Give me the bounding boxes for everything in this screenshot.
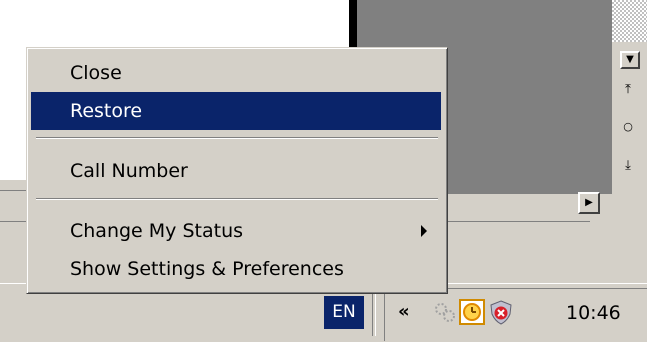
security-shield-icon[interactable] (488, 299, 514, 325)
taskbar-separator (372, 292, 376, 336)
menu-item-show-settings[interactable]: Show Settings & Preferences (31, 250, 441, 288)
menu-item-label: Call Number (70, 160, 188, 182)
menu-separator (36, 198, 438, 200)
network-activity-icon[interactable] (432, 299, 458, 325)
menu-item-label: Show Settings & Preferences (70, 258, 344, 280)
menu-item-change-my-status[interactable]: Change My Status (31, 212, 441, 250)
next-page-icon[interactable]: ⤓ (621, 158, 635, 173)
scroll-right-button[interactable]: ▶ (578, 192, 600, 214)
tray-expand-chevron-icon[interactable]: « (398, 298, 410, 326)
previous-page-icon[interactable]: ⤒ (621, 82, 635, 97)
menu-item-call-number[interactable]: Call Number (31, 152, 441, 190)
menu-item-label: Close (70, 62, 122, 84)
submenu-arrow-icon (421, 225, 427, 237)
scroll-down-button[interactable]: ▼ (620, 51, 640, 69)
menu-item-label: Restore (70, 100, 143, 122)
chevron-right-icon: ▶ (585, 197, 593, 208)
language-indicator[interactable]: EN (324, 296, 364, 329)
menu-item-close[interactable]: Close (31, 54, 441, 92)
taskbar-clock[interactable]: 10:46 (566, 299, 621, 327)
menu-item-label: Change My Status (70, 220, 244, 242)
context-menu: Close Restore Call Number Change My Stat… (26, 47, 448, 294)
clock-status-icon[interactable] (459, 299, 485, 325)
menu-separator (36, 137, 438, 139)
menu-item-restore[interactable]: Restore (31, 92, 441, 130)
chevron-down-icon: ▼ (626, 54, 634, 65)
select-browse-object-icon[interactable]: ○ (621, 120, 635, 133)
desktop-dither-area (612, 0, 647, 42)
